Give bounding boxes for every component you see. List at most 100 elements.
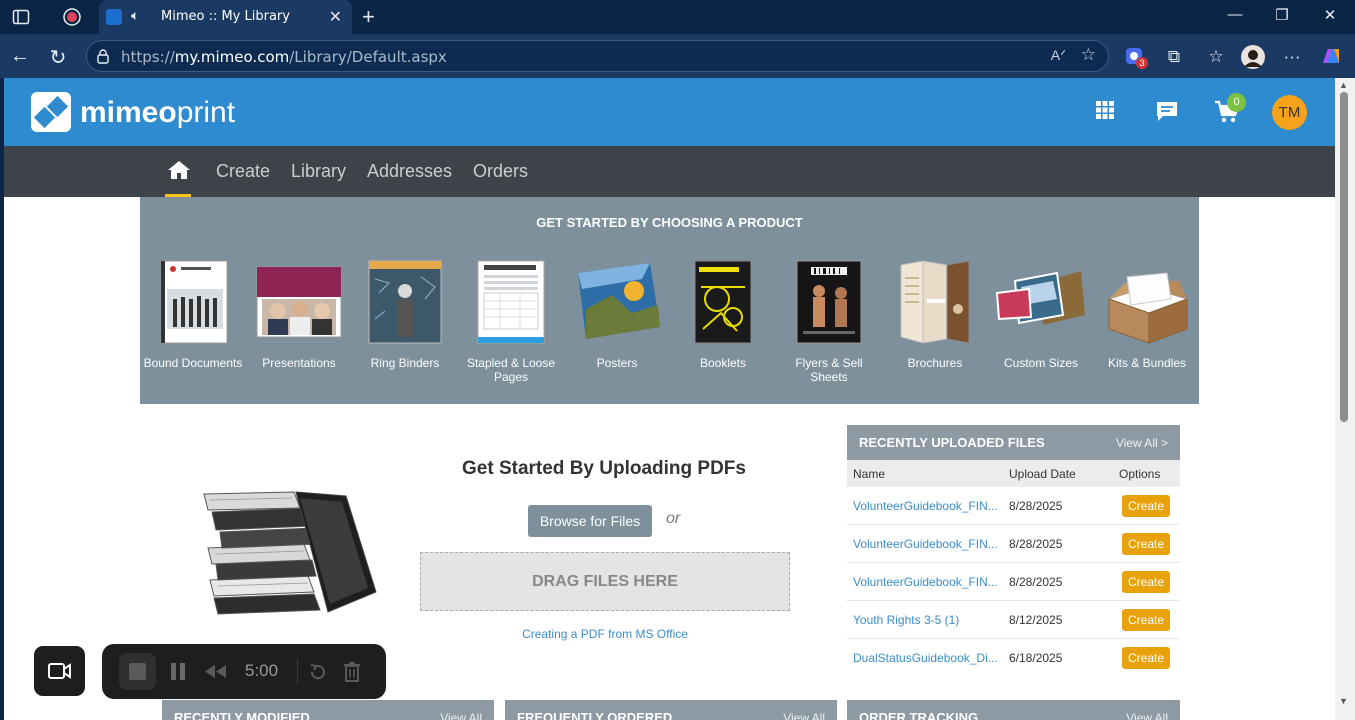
panel-title: ORDER TRACKING	[859, 710, 979, 720]
browser-tab-active[interactable]: 🔈︎ Mimeo :: My Library ✕	[99, 0, 352, 34]
product-label: Posters	[596, 356, 638, 370]
pause-icon[interactable]	[170, 662, 186, 681]
product-band: GET STARTED BY CHOOSING A PRODUCT Bound …	[140, 197, 1199, 404]
column-header: Name	[853, 467, 886, 481]
product-brochures[interactable]: Brochures	[882, 259, 988, 370]
cart-count-badge: 0	[1227, 93, 1246, 112]
stop-recording-button[interactable]	[119, 653, 156, 690]
posters-thumbnail	[578, 263, 660, 339]
nav-orders[interactable]: Orders	[473, 161, 528, 182]
browse-files-button[interactable]: Browse for Files	[528, 505, 652, 537]
file-name-link[interactable]: VolunteerGuidebook_FIN...	[853, 575, 998, 589]
table-row: VolunteerGuidebook_FIN... 8/28/2025 Crea…	[847, 563, 1180, 601]
logo-text[interactable]: mimeoprint	[80, 96, 235, 130]
upload-date: 8/28/2025	[1009, 537, 1063, 551]
record-icon[interactable]	[62, 7, 82, 27]
product-presentations[interactable]: Presentations	[246, 259, 352, 370]
speaker-icon[interactable]: 🔈︎	[131, 7, 139, 24]
drag-drop-zone[interactable]: DRAG FILES HERE	[420, 552, 790, 611]
product-booklets[interactable]: Booklets	[670, 259, 776, 370]
profile-avatar-icon[interactable]	[1241, 45, 1265, 69]
product-label: Booklets	[699, 356, 747, 370]
create-button[interactable]: Create	[1122, 647, 1170, 669]
refresh-icon[interactable]: ↻	[47, 45, 69, 70]
product-posters[interactable]: Posters	[564, 259, 670, 370]
table-row: VolunteerGuidebook_FIN... 8/28/2025 Crea…	[847, 487, 1180, 525]
page-scrollbar[interactable]: ▲ ▼	[1335, 78, 1355, 720]
product-flyers-sell-sheets[interactable]: Flyers & Sell Sheets	[776, 259, 882, 384]
create-button[interactable]: Create	[1122, 533, 1170, 555]
browser-title-bar: 🔈︎ Mimeo :: My Library ✕ + — ❐ ✕	[0, 0, 1355, 34]
apps-grid-icon[interactable]	[1095, 100, 1115, 126]
rewind-icon[interactable]	[203, 664, 227, 679]
create-button[interactable]: Create	[1122, 495, 1170, 517]
scroll-thumb[interactable]	[1340, 92, 1348, 422]
upload-date: 8/12/2025	[1009, 613, 1063, 627]
booklets-thumbnail	[694, 260, 752, 344]
extension-icon[interactable]: 3	[1123, 45, 1148, 69]
nav-library[interactable]: Library	[291, 161, 346, 182]
back-icon[interactable]: ←	[9, 45, 31, 68]
table-row: DualStatusGuidebook_Di... 6/18/2025 Crea…	[847, 639, 1180, 677]
extensions-puzzle-icon[interactable]: ⧉	[1162, 45, 1186, 69]
recording-timer: 5:00	[245, 661, 279, 680]
file-name-link[interactable]: VolunteerGuidebook_FIN...	[853, 499, 998, 513]
new-tab-icon[interactable]: +	[362, 4, 375, 30]
url-text[interactable]: https://my.mimeo.com/Library/Default.asp…	[121, 48, 447, 66]
restart-icon[interactable]	[308, 662, 328, 682]
product-ring-binders[interactable]: Ring Binders	[352, 259, 458, 370]
nav-addresses[interactable]: Addresses	[367, 161, 452, 182]
product-label: Kits & Bundles	[1107, 356, 1187, 370]
product-stapled-loose-pages[interactable]: Stapled & Loose Pages	[458, 259, 564, 384]
minimize-icon[interactable]: —	[1225, 6, 1245, 23]
stop-icon	[129, 663, 146, 680]
create-button[interactable]: Create	[1122, 571, 1170, 593]
address-bar[interactable]: https://my.mimeo.com/Library/Default.asp…	[86, 40, 1109, 72]
site-header: mimeoprint 0 TM	[4, 78, 1335, 146]
product-band-title: GET STARTED BY CHOOSING A PRODUCT	[536, 215, 803, 230]
recent-files-view-all[interactable]: View All >	[1116, 436, 1168, 450]
product-custom-sizes[interactable]: Custom Sizes	[988, 259, 1094, 370]
mimeo-favicon-icon	[106, 9, 122, 25]
panel-view-all[interactable]: View All	[1126, 711, 1168, 720]
recent-files-columns: Name Upload Date Options	[847, 460, 1180, 487]
more-menu-icon[interactable]: ···	[1280, 45, 1304, 69]
create-button[interactable]: Create	[1122, 609, 1170, 631]
recorder-toolbar: 5:00	[102, 644, 386, 699]
user-avatar[interactable]: TM	[1272, 95, 1307, 130]
mimeo-logo-icon[interactable]	[31, 92, 71, 132]
sidebar-toggle-icon[interactable]	[11, 7, 31, 27]
panel-title: RECENTLY MODIFIED	[174, 710, 310, 720]
panel-title: FREQUENTLY ORDERED	[517, 710, 673, 720]
file-name-link[interactable]: VolunteerGuidebook_FIN...	[853, 537, 998, 551]
custom-sizes-thumbnail	[995, 271, 1085, 325]
product-kits-bundles[interactable]: Kits & Bundles	[1094, 259, 1200, 370]
recent-files-title: RECENTLY UPLOADED FILES	[859, 435, 1045, 450]
chat-icon[interactable]	[1155, 100, 1179, 128]
panel-view-all[interactable]: View All	[440, 711, 482, 720]
product-label: Brochures	[907, 356, 963, 370]
kits-bundles-thumbnail	[1107, 272, 1189, 344]
video-camera-icon	[48, 663, 71, 679]
copilot-icon[interactable]	[1319, 45, 1343, 69]
restore-icon[interactable]: ❐	[1272, 6, 1292, 24]
read-aloud-icon[interactable]: Aᐟ	[1051, 47, 1066, 64]
close-window-icon[interactable]: ✕	[1320, 6, 1340, 24]
file-name-link[interactable]: Youth Rights 3-5 (1)	[853, 613, 998, 627]
scroll-up-icon[interactable]: ▲	[1339, 80, 1348, 90]
file-name-link[interactable]: DualStatusGuidebook_Di...	[853, 651, 998, 665]
favorites-icon[interactable]: ☆	[1204, 45, 1228, 69]
camera-toggle-button[interactable]	[34, 646, 85, 696]
scroll-down-icon[interactable]: ▼	[1339, 696, 1348, 706]
column-header: Options	[1119, 467, 1161, 481]
delete-icon[interactable]	[343, 661, 361, 682]
nav-create[interactable]: Create	[216, 161, 270, 182]
home-icon[interactable]	[167, 160, 191, 180]
panel-view-all[interactable]: View All	[783, 711, 825, 720]
product-bound-documents[interactable]: Bound Documents	[140, 259, 246, 370]
bookstack-illustration	[203, 491, 377, 615]
favorite-star-icon[interactable]: ☆	[1081, 45, 1096, 65]
creating-pdf-link[interactable]: Creating a PDF from MS Office	[420, 627, 790, 641]
tab-close-icon[interactable]: ✕	[329, 7, 342, 27]
tab-title: Mimeo :: My Library	[161, 9, 290, 24]
